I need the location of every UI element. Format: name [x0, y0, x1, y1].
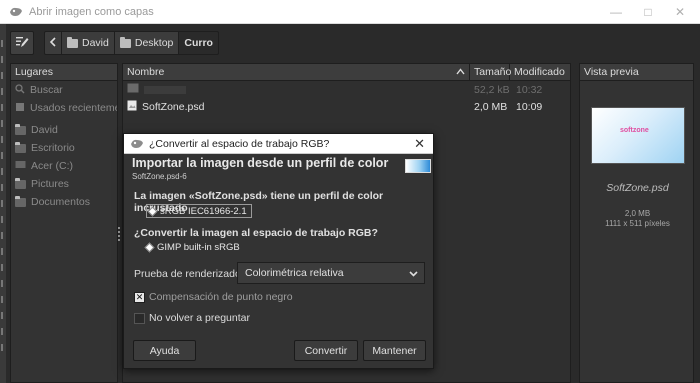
- render-intent-value: Colorimétrica relativa: [245, 267, 344, 279]
- dont-ask-row[interactable]: No volver a preguntar: [134, 311, 250, 325]
- dialog-heading: Importar la imagen desde un perfil de co…: [132, 156, 389, 170]
- black-point-row[interactable]: ✕ Compensación de punto negro: [134, 290, 293, 304]
- sidebar-item-david[interactable]: David: [11, 121, 117, 139]
- folder-icon: [15, 195, 26, 207]
- location-toolbar: David Desktop Curro: [10, 31, 219, 55]
- column-name[interactable]: Nombre: [123, 64, 470, 80]
- dialog-title: ¿Convertir al espacio de trabajo RGB?: [149, 137, 330, 150]
- preview-size: 2,0 MB: [624, 209, 651, 218]
- folder-icon: [119, 36, 131, 48]
- sidebar-item-label: Escritorio: [31, 142, 75, 154]
- chevron-left-icon: [49, 36, 57, 50]
- path-segment-label: David: [82, 37, 109, 49]
- sidebar-item-label: Acer (C:): [31, 160, 73, 172]
- preview-header: Vista previa: [580, 64, 693, 81]
- sidebar-item-recent[interactable]: Usados recienteme...: [11, 99, 117, 117]
- sidebar-item-label: Buscar: [30, 84, 63, 96]
- file-list-header: Nombre Tamaño Modificado: [123, 64, 570, 81]
- thumbnail-text: softzone: [620, 127, 649, 134]
- dialog-titlebar: ¿Convertir al espacio de trabajo RGB? ✕: [124, 134, 433, 154]
- maximize-button[interactable]: □: [642, 5, 654, 19]
- path-back-button[interactable]: [44, 31, 62, 55]
- file-modified: 10:09: [516, 100, 543, 113]
- black-point-checkbox[interactable]: ✕: [134, 291, 145, 303]
- color-profile-icon: [405, 159, 431, 173]
- path-segment-label: Curro: [184, 37, 213, 49]
- preview-info: 2,0 MB 1111 x 511 píxeles: [580, 209, 695, 229]
- folder-icon: [67, 36, 78, 48]
- edit-location-icon: [15, 35, 29, 52]
- window-titlebar: Abrir imagen como capas — □ ✕: [0, 0, 700, 24]
- sidebar-item-label: Pictures: [31, 178, 69, 190]
- folder-icon: [15, 177, 26, 189]
- dont-ask-label: No volver a preguntar: [149, 312, 250, 324]
- edit-location-button[interactable]: [10, 31, 34, 55]
- gimp-icon: [9, 6, 23, 18]
- working-profile-name: GIMP built-in sRGB: [157, 241, 240, 253]
- preview-filename: SoftZone.psd: [606, 182, 669, 194]
- dont-ask-checkbox[interactable]: [134, 312, 145, 324]
- sort-up-icon: [456, 66, 465, 78]
- preview-dimensions: 1111 x 511 píxeles: [605, 219, 670, 228]
- column-size[interactable]: Tamaño: [470, 64, 511, 80]
- sidebar-item-pictures[interactable]: Pictures: [11, 175, 117, 193]
- render-intent-select[interactable]: Colorimétrica relativa: [237, 262, 425, 284]
- convert-button[interactable]: Convertir: [294, 340, 358, 361]
- dialog-close-button[interactable]: ✕: [414, 136, 425, 152]
- file-row[interactable]: SoftZone.psd 2,0 MB 10:09: [123, 98, 570, 115]
- search-icon: [15, 83, 25, 97]
- path-segment-curro[interactable]: Curro: [179, 31, 219, 55]
- column-modified[interactable]: Modificado: [510, 64, 570, 80]
- pane-resize-handle[interactable]: [118, 225, 121, 245]
- path-segment-label: Desktop: [134, 37, 174, 49]
- file-icon: [127, 83, 139, 96]
- embedded-profile-chip: sRGB IEC61966-2.1: [146, 204, 252, 218]
- path-segment-david[interactable]: David: [62, 31, 115, 55]
- sidebar-item-documentos[interactable]: Documentos: [11, 193, 117, 211]
- profile-diamond-icon: [144, 242, 155, 252]
- file-name-blurred: [144, 85, 186, 94]
- file-name: SoftZone.psd: [142, 100, 205, 113]
- sidebar-item-label: David: [31, 124, 58, 136]
- convert-question: ¿Convertir la imagen al espacio de traba…: [134, 227, 378, 239]
- window-title: Abrir imagen como capas: [29, 5, 154, 18]
- drive-icon: [15, 160, 26, 172]
- edge-marks: [1, 40, 4, 360]
- sidebar-item-search[interactable]: Buscar: [11, 81, 117, 99]
- close-window-button[interactable]: ✕: [674, 5, 686, 19]
- folder-icon: [15, 141, 26, 153]
- sidebar-item-acer[interactable]: Acer (C:): [11, 157, 117, 175]
- places-header: Lugares: [11, 64, 117, 81]
- working-profile-chip: GIMP built-in sRGB: [144, 240, 240, 254]
- file-row[interactable]: 52,2 kB 10:32: [123, 81, 570, 98]
- convert-rgb-dialog: ¿Convertir al espacio de trabajo RGB? ✕ …: [123, 133, 434, 369]
- sidebar-item-label: Documentos: [31, 196, 90, 208]
- column-name-label: Nombre: [127, 66, 165, 78]
- sidebar-item-label: Usados recienteme...: [30, 102, 117, 114]
- file-modified: 10:32: [516, 83, 543, 96]
- path-segment-desktop[interactable]: Desktop: [114, 31, 180, 55]
- keep-button[interactable]: Mantener: [363, 340, 426, 361]
- preview-pane: Vista previa softzone SoftZone.psd 2,0 M…: [579, 63, 694, 383]
- image-file-icon: [127, 100, 137, 114]
- dialog-subheading: SoftZone.psd-6: [132, 172, 187, 181]
- minimize-button[interactable]: —: [610, 5, 622, 19]
- folder-icon: [15, 123, 26, 135]
- file-size: 2,0 MB: [474, 100, 508, 113]
- help-button[interactable]: Ayuda: [133, 340, 196, 361]
- preview-thumbnail: softzone: [591, 107, 685, 164]
- file-size: 52,2 kB: [474, 83, 510, 96]
- black-point-label: Compensación de punto negro: [149, 291, 293, 303]
- gimp-icon: [130, 138, 144, 150]
- chevron-down-icon: [409, 269, 418, 278]
- places-sidebar: Lugares Buscar Usados recienteme... Davi…: [10, 63, 118, 383]
- embedded-profile-name: sRGB IEC61966-2.1: [160, 205, 247, 217]
- sidebar-item-escritorio[interactable]: Escritorio: [11, 139, 117, 157]
- path-bar: David Desktop Curro: [44, 31, 219, 55]
- profile-diamond-icon: [147, 206, 158, 216]
- render-intent-label: Prueba de renderizado:: [134, 268, 244, 280]
- recent-icon: [15, 102, 25, 115]
